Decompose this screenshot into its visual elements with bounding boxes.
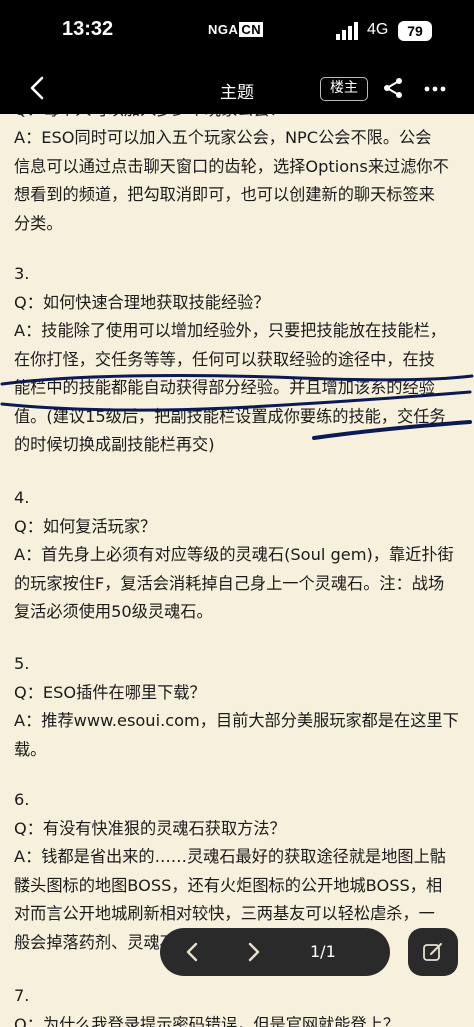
nav-bar: 主题 楼主 (0, 62, 474, 114)
answer-line: 想看到的频道，把勾取消即可，也可以创建新的聊天标签来 (14, 185, 435, 204)
more-icon[interactable] (424, 86, 446, 92)
signal-icon (336, 22, 358, 40)
item-number: 5. (14, 654, 30, 673)
item-number: 7. (14, 986, 30, 1005)
answer-line: 在你打怪，交任务等等，任何可以获取经验的途径中，在技 (14, 349, 435, 369)
chevron-left-icon[interactable] (170, 932, 214, 972)
logo-text: NGA (208, 22, 239, 37)
logo-suffix: CN (239, 22, 264, 37)
answer-line: 能栏中的技能都能自动获得部分经验。并且增加该系的经验 (14, 378, 435, 397)
item-number: 6. (14, 790, 30, 809)
status-time: 13:32 (62, 18, 114, 40)
answer-line: 载。 (14, 739, 47, 759)
answer-line: 信息可以通过点击聊天窗口的齿轮，选择Options来过滤你不 (14, 156, 449, 176)
answer-line: A：首先身上必须有对应等级的灵魂石(Soul gem)，靠近扑街 (14, 545, 454, 564)
question: Q：为什么我登录提示密码错误，但是官网就能登上？ (14, 1014, 400, 1027)
op-only-toggle[interactable]: 楼主 (320, 77, 368, 101)
cut-question: Q：每个人可以加入多少个玩家公会？ (14, 114, 466, 124)
answer-line: 的时候切换成副技能栏再交) (14, 435, 215, 454)
chevron-right-icon[interactable] (232, 932, 276, 972)
answer-line: 的玩家按住F，复活会消耗掉自己身上一个灵魂石。注：战场 (14, 573, 445, 593)
question: Q：如何快速合理地获取技能经验？ (14, 292, 270, 312)
answer-line: A：钱都是省出来的……灵魂石最好的获取途径就是地图上骷 (14, 847, 446, 866)
network-label: 4G (367, 21, 389, 38)
status-bar: 13:32 NGA CN 4G 79 (0, 0, 474, 62)
reply-button[interactable] (408, 928, 458, 976)
answer-line: A：技能除了使用可以增加经验外，只要把技能放在技能栏， (14, 321, 446, 340)
answer-line: A：推荐www.esoui.com，目前大部分美服玩家都是在这里下 (14, 711, 459, 730)
answer-line: A：ESO同时可以加入五个玩家公会，NPC公会不限。公会 (14, 128, 432, 147)
nga-logo: NGA CN (208, 22, 264, 37)
question: Q：有没有快准狠的灵魂石获取方法？ (14, 818, 286, 838)
qa-item-7: 7. Q：为什么我登录提示密码错误，但是官网就能登上？ (14, 982, 466, 1027)
qa-item-3: 3. Q：如何快速合理地获取技能经验？ A：技能除了使用可以增加经验外，只要把技… (14, 260, 466, 460)
pager-bar: 1/1 (160, 928, 390, 976)
answer-line: 复活必须使用50级灵魂石。 (14, 602, 213, 621)
qa-item-5: 5. Q：ESO插件在哪里下载？ A：推荐www.esoui.com，目前大部分… (14, 650, 466, 764)
answer-line: 髅头图标的地图BOSS，还有火炬图标的公开地城BOSS，相 (14, 875, 443, 895)
battery-icon: 79 (398, 21, 432, 41)
answer-line: 值。(建议15级后，把副技能栏设置成你要练的技能，交任务 (14, 406, 446, 426)
answer-line: 分类。 (14, 213, 63, 233)
answer-line: 对而言公开地城刷新相对较快，三两基友可以轻松虐杀，一 (14, 904, 435, 923)
qa-item-4: 4. Q：如何复活玩家？ A：首先身上必须有对应等级的灵魂石(Soul gem)… (14, 484, 466, 627)
item-number: 4. (14, 488, 30, 507)
qa-item-2: Q：每个人可以加入多少个玩家公会？ A：ESO同时可以加入五个玩家公会，NPC公… (14, 114, 466, 238)
page-indicator[interactable]: 1/1 (310, 928, 336, 976)
question: Q：ESO插件在哪里下载？ (14, 682, 206, 702)
share-icon[interactable] (382, 77, 404, 99)
question: Q：如何复活玩家？ (14, 516, 157, 536)
item-number: 3. (14, 264, 30, 283)
edit-icon (423, 943, 442, 961)
